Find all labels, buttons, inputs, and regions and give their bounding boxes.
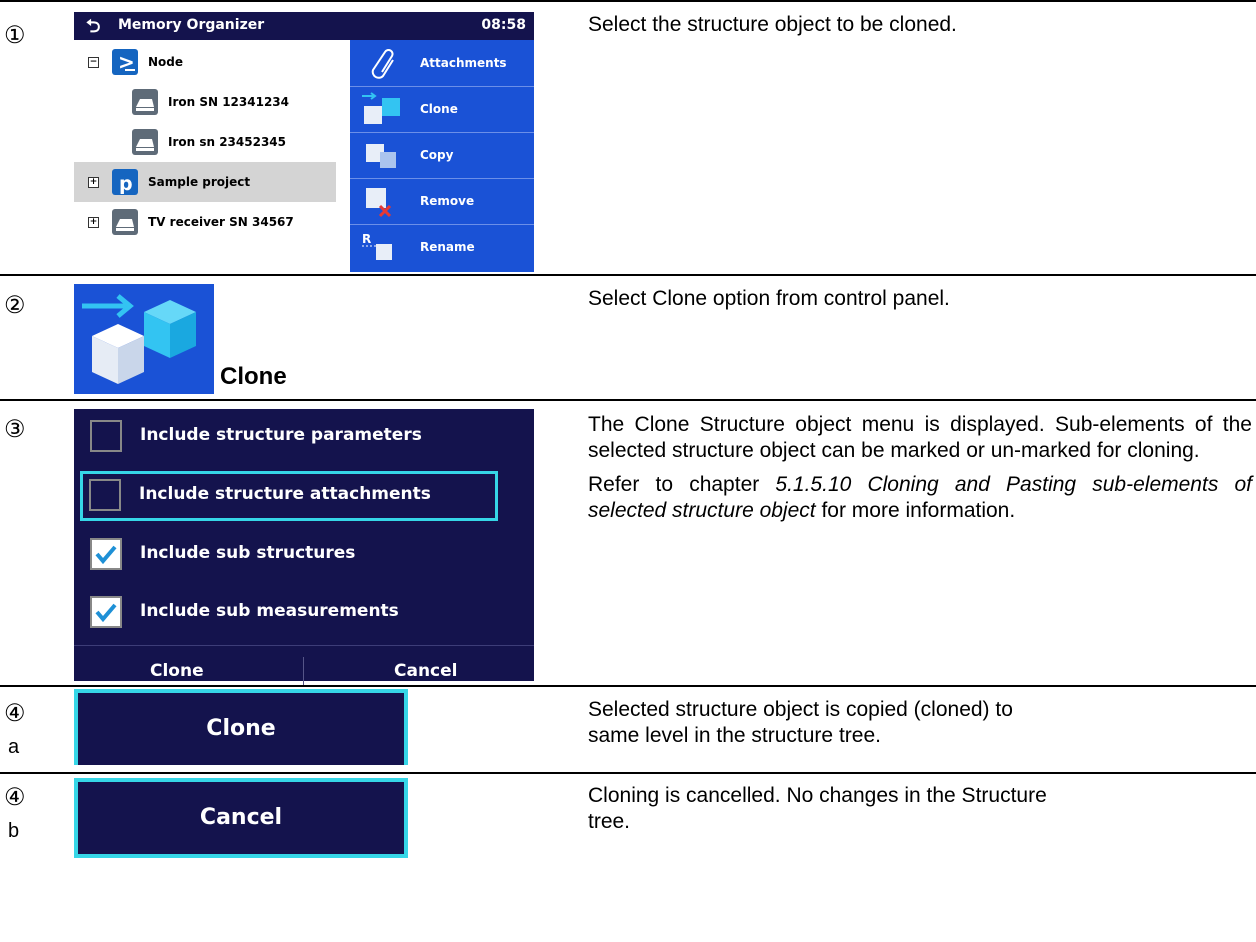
step-1-description: Select the structure object to be cloned… [588, 12, 1252, 38]
step-2-description: Select Clone option from control panel. [588, 286, 1252, 312]
ref-suffix: for more information. [815, 499, 1016, 522]
checkbox-checked[interactable] [90, 596, 122, 628]
appliance-icon [132, 89, 158, 115]
tree-item-node[interactable]: − > Node [74, 42, 336, 82]
expand-icon[interactable]: + [88, 217, 99, 228]
step-4b-sub: b [8, 820, 20, 842]
tree-item-label: TV receiver SN 34567 [148, 215, 294, 229]
back-arrow-icon[interactable]: ⮌ [86, 14, 100, 44]
cancel-button[interactable]: Cancel [74, 778, 408, 858]
option-structure-parameters[interactable]: Include structure parameters [82, 413, 502, 457]
checkbox[interactable] [89, 479, 121, 511]
desc-text: Selected structure object is copied (clo… [588, 698, 1013, 747]
dialog-clone-button[interactable]: Clone [150, 661, 204, 681]
control-attachments[interactable]: Attachments [350, 40, 534, 87]
step-4a-sub: a [8, 736, 20, 758]
step-4b-marker: ④ [4, 784, 26, 811]
clock: 08:58 [481, 17, 526, 33]
option-structure-attachments[interactable]: Include structure attachments [80, 471, 498, 521]
rule-1 [0, 274, 1256, 276]
screen-title: Memory Organizer [118, 17, 265, 33]
control-label: Remove [420, 194, 475, 208]
option-label: Include sub measurements [140, 601, 399, 621]
checkbox-checked[interactable] [90, 538, 122, 570]
rule-4 [0, 772, 1256, 774]
control-label: Attachments [420, 56, 507, 70]
step-3-description: The Clone Structure object menu is displ… [588, 412, 1252, 524]
control-label: Rename [420, 240, 475, 254]
control-clone[interactable]: Clone [350, 86, 534, 133]
step-2-marker: ② [4, 292, 26, 319]
tree-item-label: Node [148, 55, 184, 69]
desc-text: Select Clone option from control panel. [588, 287, 950, 310]
desc-text: Select the structure object to be cloned… [588, 13, 957, 36]
step-4a-marker: ④ [4, 700, 26, 727]
dialog-divider [74, 645, 534, 646]
option-sub-structures[interactable]: Include sub structures [82, 531, 502, 575]
tree-item-sample-project[interactable]: + p Sample project [74, 162, 336, 202]
control-copy[interactable]: Copy [350, 132, 534, 179]
tree-item-tv-receiver[interactable]: + TV receiver SN 34567 [74, 202, 336, 242]
clone-option-label: Clone [220, 363, 287, 390]
svg-text:p: p [119, 173, 133, 195]
desc-text: Cloning is cancelled. No changes in the … [588, 784, 1047, 833]
step-4b-description: Cloning is cancelled. No changes in the … [588, 783, 1048, 835]
control-rename[interactable]: R Rename [350, 224, 534, 270]
appliance-icon [132, 129, 158, 155]
clone-structure-dialog: Include structure parameters Include str… [74, 409, 534, 685]
tree-item-label: Sample project [148, 175, 251, 189]
control-label: Copy [420, 148, 454, 162]
appliance-icon [112, 209, 138, 235]
desc-text: The Clone Structure object menu is displ… [588, 413, 1252, 462]
option-label: Include sub structures [140, 543, 356, 563]
option-label: Include structure attachments [139, 484, 431, 504]
dialog-cancel-button[interactable]: Cancel [394, 661, 457, 681]
svg-text:R: R [362, 232, 371, 246]
rule-top [0, 0, 1256, 2]
project-icon: p [112, 169, 138, 195]
option-label: Include structure parameters [140, 425, 422, 445]
step-4a-description: Selected structure object is copied (clo… [588, 697, 1058, 749]
ref-prefix: Refer to chapter [588, 473, 776, 496]
rule-3 [0, 685, 1256, 687]
step-1-marker: ① [4, 22, 26, 49]
desc-text-ref: Refer to chapter 5.1.5.10 Cloning and Pa… [588, 472, 1252, 524]
step-3-marker: ③ [4, 416, 26, 443]
option-sub-measurements[interactable]: Include sub measurements [82, 589, 502, 633]
paperclip-icon [360, 46, 406, 80]
memory-organizer-screen: ⮌ Memory Organizer 08:58 − > Node Iron S… [74, 12, 534, 272]
clone-large-icon[interactable] [74, 284, 214, 394]
expand-icon[interactable]: + [88, 177, 99, 188]
node-icon: > [112, 49, 138, 75]
remove-icon [360, 184, 406, 218]
button-separator [303, 657, 304, 685]
clone-button[interactable]: Clone [74, 689, 408, 765]
control-label: Clone [420, 102, 458, 116]
tree-item-label: Iron sn 23452345 [168, 135, 287, 149]
collapse-icon[interactable]: − [88, 57, 99, 68]
title-bar: ⮌ Memory Organizer 08:58 [74, 12, 534, 40]
rule-2 [0, 399, 1256, 401]
copy-icon [360, 138, 406, 172]
clone-icon [360, 92, 406, 126]
checkbox[interactable] [90, 420, 122, 452]
tree-item-iron-1[interactable]: Iron SN 12341234 [74, 82, 336, 122]
tree-item-label: Iron SN 12341234 [168, 95, 290, 109]
control-panel: Attachments Clone Copy Remove R Rename [350, 40, 534, 272]
rename-icon: R [360, 230, 406, 264]
control-remove[interactable]: Remove [350, 178, 534, 225]
tree-item-iron-2[interactable]: Iron sn 23452345 [74, 122, 336, 162]
